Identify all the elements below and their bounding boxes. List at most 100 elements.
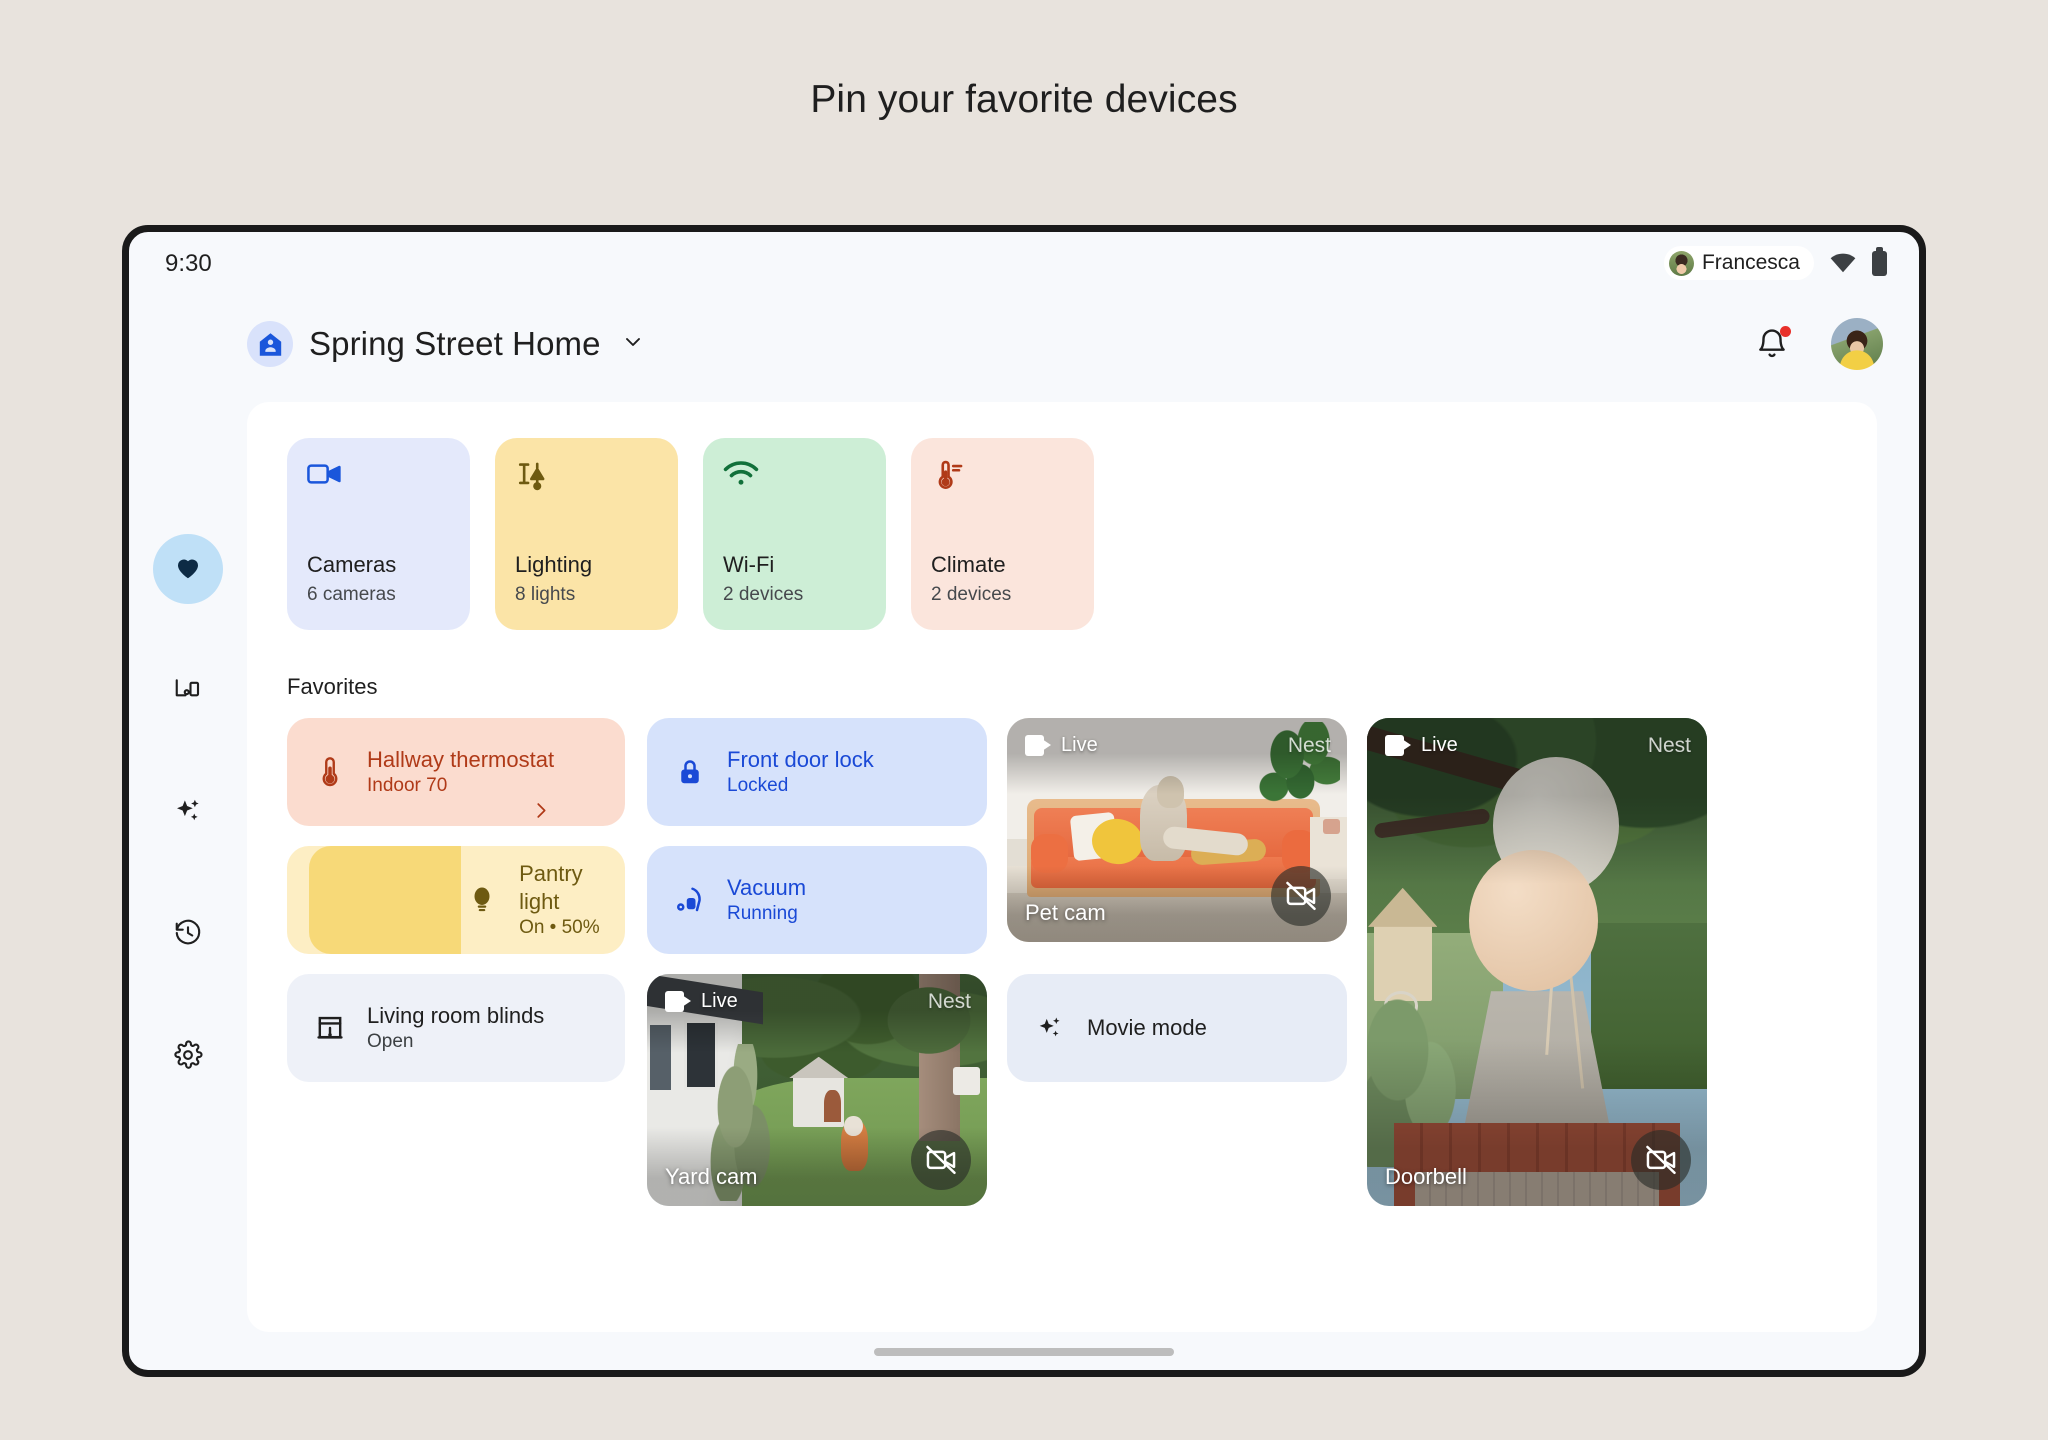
- camera-name: Pet cam: [1025, 900, 1106, 925]
- camera-name: Doorbell: [1385, 1164, 1467, 1189]
- category-label: Climate: [931, 552, 1006, 577]
- notification-badge: [1780, 326, 1791, 337]
- device-state: On • 50%: [519, 916, 600, 938]
- lamp-slider-icon: [515, 460, 658, 506]
- favorite-tile-movie-mode[interactable]: Movie mode: [1007, 974, 1347, 1082]
- home-handle[interactable]: [874, 1348, 1174, 1356]
- heart-icon: [173, 552, 203, 587]
- live-badge: Live: [665, 990, 738, 1013]
- camera-off-button[interactable]: [1271, 866, 1331, 926]
- live-label: Live: [1061, 734, 1098, 756]
- camera-brand-label: Nest: [927, 990, 971, 1013]
- status-user-name: Francesca: [1701, 251, 1800, 274]
- app-bar-actions: [1755, 318, 1883, 370]
- favorites-section-label: Favorites: [287, 674, 378, 699]
- category-label: Wi-Fi: [723, 552, 775, 577]
- rail-item-automations[interactable]: [153, 778, 223, 848]
- history-clock-icon: [173, 918, 203, 953]
- device-state: Running: [727, 902, 798, 924]
- camera-brand-label: Nest: [1647, 734, 1691, 757]
- content-panel: Cameras 6 cameras Lighting 8 lights Wi-F…: [247, 402, 1877, 1332]
- thermometer-icon: [309, 757, 351, 787]
- favorite-tile-living-room-blinds[interactable]: Living room blinds Open: [287, 974, 625, 1082]
- page-title: Pin your favorite devices: [810, 78, 1238, 121]
- lightbulb-icon: [461, 885, 503, 915]
- live-label: Live: [1421, 734, 1458, 756]
- category-card-cameras[interactable]: Cameras 6 cameras: [287, 438, 470, 630]
- video-camera-icon: [1025, 735, 1051, 756]
- brightness-slider-fill[interactable]: [309, 846, 462, 954]
- category-sublabel: 8 lights: [515, 584, 576, 605]
- device-name: Front door lock: [727, 746, 874, 772]
- video-camera-icon: [307, 460, 450, 506]
- favorite-tile-text: Hallway thermostat Indoor 70: [367, 746, 554, 799]
- avatar: [1668, 250, 1694, 276]
- status-bar: 9:30 Francesca: [129, 232, 1919, 294]
- category-card-wifi[interactable]: Wi-Fi 2 devices: [703, 438, 886, 630]
- home-selector[interactable]: Spring Street Home: [247, 321, 645, 367]
- wifi-icon: [1830, 253, 1856, 273]
- wifi-icon: [723, 460, 866, 506]
- rail-item-devices[interactable]: [153, 656, 223, 726]
- gear-icon: [173, 1039, 203, 1075]
- device-name: Movie mode: [1087, 1014, 1207, 1040]
- category-row: Cameras 6 cameras Lighting 8 lights Wi-F…: [287, 438, 1877, 630]
- favorite-tile-text: Front door lock Locked: [727, 746, 874, 799]
- bell-icon[interactable]: [1755, 326, 1791, 361]
- favorite-tile-hallway-thermostat[interactable]: Hallway thermostat Indoor 70: [287, 718, 625, 826]
- blinds-icon: [309, 1014, 351, 1042]
- chevron-down-icon: [621, 330, 645, 359]
- battery-icon: [1872, 246, 1887, 276]
- live-badge: Live: [1025, 734, 1098, 757]
- navigation-rail: [129, 394, 247, 1370]
- device-state: Indoor 70: [367, 774, 448, 796]
- device-name: Vacuum: [727, 874, 807, 900]
- camera-tile-yard-cam[interactable]: Live Nest Yard cam: [647, 974, 987, 1206]
- device-name: Pantry light: [519, 860, 583, 914]
- device-name: Living room blinds: [367, 1002, 545, 1028]
- status-indicators: Francesca: [1663, 246, 1887, 280]
- camera-brand-label: Nest: [1287, 734, 1331, 757]
- live-badge: Live: [1385, 734, 1458, 757]
- category-card-lighting[interactable]: Lighting 8 lights: [495, 438, 678, 630]
- camera-off-button[interactable]: [1631, 1130, 1691, 1190]
- favorite-tile-front-door-lock[interactable]: Front door lock Locked: [647, 718, 987, 826]
- camera-off-button[interactable]: [911, 1130, 971, 1190]
- device-state: Open: [367, 1030, 414, 1052]
- lock-closed-icon: [669, 757, 711, 787]
- category-label: Lighting: [515, 552, 593, 577]
- favorite-tile-vacuum[interactable]: Vacuum Running: [647, 846, 987, 954]
- sparkle-icon: [173, 796, 203, 831]
- thermometer-icon: [931, 460, 1074, 506]
- favorite-tile-pantry-light[interactable]: Pantry light On • 50%: [287, 846, 625, 954]
- camera-tile-pet-cam[interactable]: Live Nest Pet cam: [1007, 718, 1347, 942]
- device-name: Hallway thermostat: [367, 746, 555, 772]
- favorite-tile-text: Vacuum Running: [727, 874, 806, 927]
- camera-name: Yard cam: [665, 1164, 758, 1189]
- category-sublabel: 2 devices: [723, 584, 804, 605]
- chevron-right-icon[interactable]: [530, 799, 552, 826]
- video-camera-icon: [1385, 735, 1411, 756]
- home-person-icon: [247, 321, 293, 367]
- camera-tile-doorbell[interactable]: Live Nest Doorbell: [1367, 718, 1707, 1206]
- live-label: Live: [701, 990, 738, 1012]
- video-camera-icon: [665, 991, 691, 1012]
- status-time: 9:30: [165, 250, 212, 277]
- rail-item-activity[interactable]: [153, 900, 223, 970]
- app-bar: Spring Street Home: [129, 294, 1919, 394]
- home-name: Spring Street Home: [309, 325, 601, 362]
- devices-icon: [173, 674, 203, 709]
- category-sublabel: 2 devices: [931, 584, 1012, 605]
- vacuum-icon: [669, 886, 711, 914]
- account-avatar[interactable]: [1831, 318, 1883, 370]
- category-label: Cameras: [307, 552, 397, 577]
- favorite-tile-text: Pantry light On • 50%: [519, 860, 625, 941]
- sparkle-icon: [1029, 1014, 1071, 1042]
- rail-item-settings[interactable]: [153, 1022, 223, 1092]
- rail-item-favorites[interactable]: [153, 534, 223, 604]
- device-state: Locked: [727, 774, 789, 796]
- category-card-climate[interactable]: Climate 2 devices: [911, 438, 1094, 630]
- favorite-tile-text: Movie mode: [1087, 1014, 1207, 1042]
- tablet-device-frame: 9:30 Francesca Spring Street Home Camera…: [122, 225, 1926, 1377]
- status-user-pill[interactable]: Francesca: [1663, 246, 1814, 280]
